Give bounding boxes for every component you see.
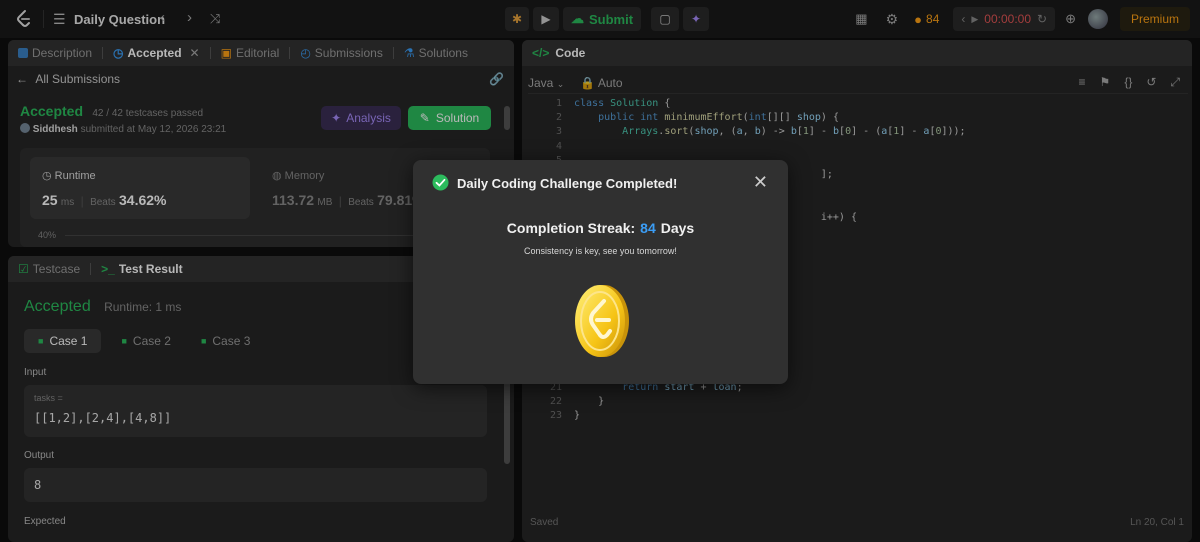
- daily-challenge-modal: Daily Coding Challenge Completed! ✕ Comp…: [413, 160, 788, 384]
- streak-label: Completion Streak:: [506, 220, 636, 236]
- check-circle-icon: [432, 174, 449, 191]
- streak-number: 84: [640, 220, 656, 236]
- close-icon[interactable]: ✕: [753, 172, 768, 193]
- modal-subtitle: Consistency is key, see you tomorrow!: [524, 246, 677, 256]
- streak-unit: Days: [660, 220, 695, 236]
- modal-title: Daily Coding Challenge Completed!: [457, 176, 678, 191]
- gold-coin-icon: [575, 285, 629, 357]
- streak-text: Completion Streak: 84 Days: [413, 220, 788, 236]
